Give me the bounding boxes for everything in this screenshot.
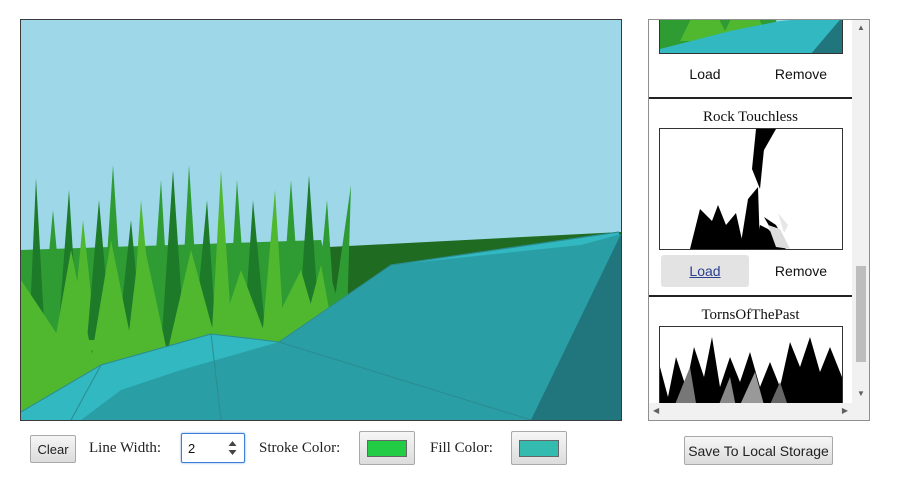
stroke-color-label: Stroke Color: xyxy=(259,440,341,456)
horizontal-scrollbar[interactable]: ◀ ▶ xyxy=(649,403,852,420)
load-button[interactable]: Load xyxy=(661,58,749,90)
saved-drawings-panel[interactable]: Load Remove Rock Touchless Load Remove T… xyxy=(648,19,870,421)
thumbnail-image xyxy=(660,20,842,53)
load-button[interactable]: Load xyxy=(661,255,749,287)
toolbar: Clear Line Width: 2 Stroke Color: Fill C… xyxy=(30,430,610,466)
fill-color-swatch xyxy=(519,439,559,457)
canvas-artwork xyxy=(21,20,621,420)
fill-color-picker[interactable] xyxy=(511,431,567,465)
drawing-canvas[interactable] xyxy=(20,19,622,421)
save-to-local-storage-button[interactable]: Save To Local Storage xyxy=(684,436,833,465)
drawing-thumbnail[interactable] xyxy=(659,326,843,404)
drawing-title: Rock Touchless xyxy=(703,109,798,125)
thumbnail-image xyxy=(660,129,842,249)
drawing-thumbnail[interactable] xyxy=(659,20,843,54)
scroll-left-icon[interactable]: ◀ xyxy=(653,406,659,415)
list-item: Load Remove xyxy=(649,20,852,100)
stroke-color-picker[interactable] xyxy=(359,431,415,465)
line-width-input[interactable]: 2 xyxy=(181,433,245,463)
vertical-scrollbar[interactable]: ▲ ▼ xyxy=(852,20,869,404)
scroll-up-icon[interactable]: ▲ xyxy=(857,23,865,32)
saved-drawings-list: Load Remove Rock Touchless Load Remove T… xyxy=(649,20,852,404)
thumbnail-image xyxy=(660,327,842,404)
stroke-color-swatch xyxy=(367,439,407,457)
remove-button[interactable]: Remove xyxy=(757,58,845,90)
scroll-right-icon[interactable]: ▶ xyxy=(842,406,848,415)
scrollbar-thumb[interactable] xyxy=(856,266,866,362)
clear-button[interactable]: Clear xyxy=(30,435,76,463)
spinner-arrows-icon[interactable] xyxy=(228,440,237,456)
scrollbar-corner xyxy=(852,403,869,420)
scroll-down-icon[interactable]: ▼ xyxy=(857,389,865,398)
remove-button[interactable]: Remove xyxy=(757,255,845,287)
drawing-thumbnail[interactable] xyxy=(659,128,843,250)
list-item: Rock Touchless Load Remove xyxy=(649,99,852,295)
line-width-label: Line Width: xyxy=(89,440,162,456)
list-item: TornsOfThePast xyxy=(649,297,852,404)
drawing-title: TornsOfThePast xyxy=(701,307,800,323)
line-width-value: 2 xyxy=(188,441,196,456)
fill-color-label: Fill Color: xyxy=(430,440,493,456)
